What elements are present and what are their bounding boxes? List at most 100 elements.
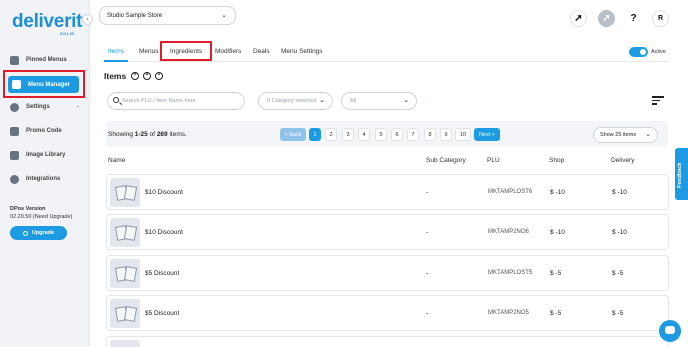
showing-total: 269 (156, 131, 168, 138)
plug-icon (10, 174, 19, 184)
sort-icon[interactable]: • (143, 72, 151, 80)
showing-of: of (147, 131, 157, 138)
page-5-button[interactable]: 5 (375, 128, 387, 141)
item-image (110, 218, 140, 247)
page-size-value: Show 25 items (600, 132, 637, 138)
highlight-menu-manager (3, 70, 85, 98)
tab-menus[interactable]: Menus (139, 42, 159, 62)
page-4-button[interactable]: 4 (358, 128, 370, 141)
sidebar-collapse-button[interactable]: ‹ (82, 14, 93, 25)
page-2-button[interactable]: 2 (325, 128, 337, 141)
chevron-down-icon: ⌄ (645, 131, 651, 138)
item-shop-price: $ -10 (550, 229, 565, 236)
active-toggle-label: Active (651, 49, 666, 55)
item-plu: MKTAMPLOST6 (488, 189, 533, 195)
table-row[interactable]: $10 Discount - MKTAMP2NO6 $ -10 $ -10 (106, 214, 669, 250)
tab-menu-settings[interactable]: Menu Settings (281, 42, 323, 62)
item-image (110, 178, 140, 207)
search-icon (113, 97, 119, 103)
showing-count: Showing 1-25 of 269 items. (108, 131, 187, 138)
page-title: Items (104, 71, 127, 81)
sidebar-item-promo-code[interactable]: Promo Code (10, 124, 82, 138)
page-10-button[interactable]: 10 (455, 128, 471, 141)
chevron-down-icon: ⌄ (403, 97, 409, 104)
item-image (110, 259, 140, 288)
showing-range: 1-25 (134, 131, 148, 138)
page-6-button[interactable]: 6 (391, 128, 403, 141)
item-sub-category: - (426, 229, 429, 236)
feedback-tab[interactable]: Feedback (675, 148, 688, 200)
item-plu: MKTAMPLOST5 (488, 270, 533, 276)
page-9-button[interactable]: 9 (440, 128, 452, 141)
sidebar-item-image-library[interactable]: Image Library (10, 148, 82, 162)
table-row[interactable]: $10 Discount - MKTAMPLOST6 $ -10 $ -10 (106, 174, 669, 210)
upgrade-button[interactable]: Upgrade (10, 226, 67, 240)
tab-deals[interactable]: Deals (253, 42, 270, 62)
sidebar-item-label: Settings (26, 104, 50, 110)
tab-items[interactable]: Items (104, 42, 128, 62)
search-placeholder: Search PLU / Item Name here (122, 98, 196, 104)
page-8-button[interactable]: 8 (424, 128, 436, 141)
item-plu: MKTAMP2NO6 (488, 229, 529, 235)
page-7-button[interactable]: 7 (407, 128, 419, 141)
category-filter[interactable]: 0 Category selected ⌄ (258, 92, 333, 110)
table-row[interactable]: $5 Discount - MKTAMP2NO5 $ -5 $ -5 (106, 295, 669, 331)
sidebar-item-settings[interactable]: Settings ⌄ (10, 100, 82, 114)
sidebar-item-integrations[interactable]: Integrations (10, 172, 82, 186)
chevron-down-icon: ⌄ (221, 12, 227, 19)
table-row[interactable] (106, 336, 669, 347)
sidebar-item-label: Promo Code (26, 128, 62, 134)
column-header-plu[interactable]: PLU (487, 157, 500, 164)
rocket-icon[interactable]: ➚ (570, 10, 587, 27)
search-input[interactable]: Search PLU / Item Name here (107, 92, 245, 110)
table-row[interactable]: $5 Discount - MKTAMPLOST5 $ -5 $ -5 (106, 255, 669, 291)
page-1-button[interactable]: 1 (309, 128, 321, 141)
sidebar-item-pinned-menus[interactable]: Pinned Menus (10, 53, 82, 67)
item-delivery-price: $ -5 (612, 270, 624, 277)
chevron-down-icon: ⌄ (75, 103, 80, 109)
pin-icon (10, 55, 19, 65)
item-delivery-price: $ -10 (612, 189, 627, 196)
item-name: $5 Discount (145, 310, 180, 317)
chevron-down-icon: ⌄ (319, 97, 325, 104)
image-icon (10, 150, 19, 160)
item-sub-category: - (426, 270, 429, 277)
avatar[interactable]: R (652, 10, 669, 27)
back-button[interactable]: < Back (280, 128, 306, 141)
print-icon[interactable]: ▪ (155, 72, 163, 80)
category-filter-value: 0 Category selected (267, 98, 316, 104)
upgrade-label: Upgrade (31, 230, 55, 236)
tag-icon (10, 126, 19, 136)
sidebar: deliverit SOLID Pinned Menus Menu Manage… (0, 0, 90, 347)
item-name: $5 Discount (145, 270, 180, 277)
deliverit-logo[interactable]: deliverit (12, 12, 82, 31)
sidebar-item-label: Integrations (26, 176, 61, 182)
page-size-select[interactable]: Show 25 items ⌄ (593, 127, 658, 143)
item-delivery-price: $ -5 (612, 310, 624, 317)
column-header-name[interactable]: Name (108, 157, 125, 164)
item-shop-price: $ -5 (550, 270, 562, 277)
column-header-delivery[interactable]: Delivery (611, 157, 634, 164)
next-button[interactable]: Next > (474, 128, 500, 141)
item-shop-price: $ -10 (550, 189, 565, 196)
item-shop-price: $ -5 (550, 310, 562, 317)
column-header-sub-category[interactable]: Sub Category (426, 157, 466, 164)
launch-icon[interactable]: ➚ (598, 10, 615, 27)
item-plu: MKTAMP2NO5 (488, 310, 529, 316)
store-selector[interactable]: Studio Sample Store ⌄ (99, 6, 236, 25)
showing-suffix: items. (167, 131, 187, 138)
gear-icon (10, 102, 19, 112)
status-filter[interactable]: All ⌄ (341, 92, 417, 110)
version-title: DPos Version (10, 206, 46, 212)
page-3-button[interactable]: 3 (342, 128, 354, 141)
filter-icon[interactable] (652, 96, 664, 106)
column-header-shop[interactable]: Shop (549, 157, 564, 164)
add-icon[interactable]: + (131, 72, 139, 80)
active-toggle[interactable] (629, 47, 648, 57)
sidebar-item-label: Image Library (26, 152, 66, 158)
tab-modifiers[interactable]: Modifiers (215, 42, 241, 62)
logo-subtext: SOLID (60, 31, 75, 36)
help-icon[interactable]: ? (625, 10, 642, 27)
status-filter-value: All (350, 98, 357, 104)
chat-icon[interactable] (659, 320, 681, 342)
